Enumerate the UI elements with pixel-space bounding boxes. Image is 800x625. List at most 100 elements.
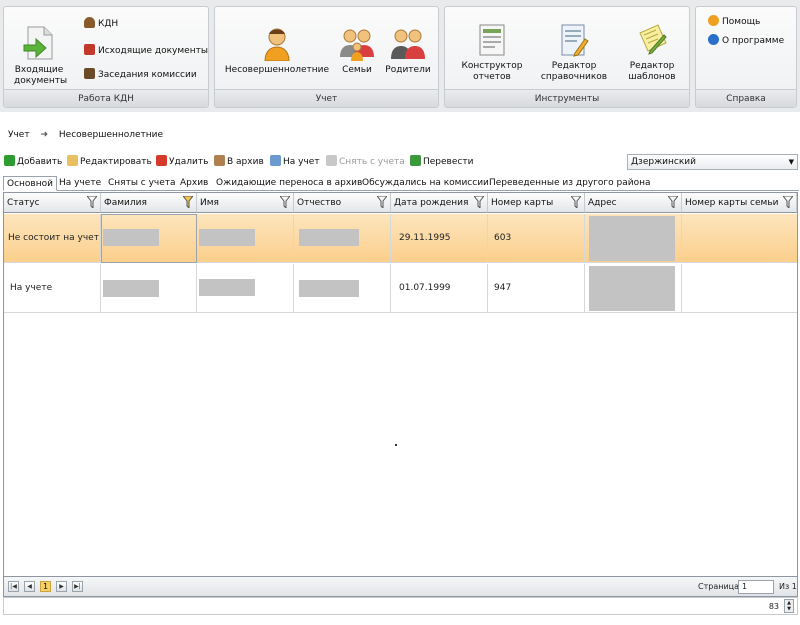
template-editor-button[interactable]: Редактор шаблонов bbox=[619, 23, 685, 83]
redacted-last-name bbox=[103, 229, 159, 246]
meetings-label: Заседания комиссии bbox=[98, 70, 197, 80]
outgoing-documents-icon bbox=[84, 44, 95, 55]
page-number-button[interactable]: 1 bbox=[40, 581, 51, 592]
incoming-documents-button[interactable]: Входящие документы bbox=[14, 25, 68, 87]
page-input[interactable]: 1 bbox=[738, 580, 774, 594]
column-header-status[interactable]: Статус bbox=[4, 193, 101, 213]
delete-button[interactable]: Удалить bbox=[156, 155, 208, 167]
tab-pending-archive[interactable]: Ожидающие переноса в архив bbox=[213, 176, 365, 191]
tab-deregistered[interactable]: Сняты с учета bbox=[105, 176, 179, 191]
register-label: На учет bbox=[283, 157, 320, 167]
tab-registered[interactable]: На учете bbox=[56, 176, 104, 191]
count-spinner[interactable]: ▲ ▼ bbox=[784, 599, 794, 613]
filter-icon[interactable] bbox=[377, 196, 387, 208]
column-label-family-card: Номер карты семьи bbox=[685, 198, 779, 208]
column-label-card-number: Номер карты bbox=[491, 198, 554, 208]
breadcrumb: Учет ➜ Несовершеннолетние bbox=[8, 130, 163, 140]
meetings-button[interactable]: Заседания комиссии bbox=[84, 68, 197, 80]
cell-family-card bbox=[682, 264, 797, 313]
cell-status: Не состоит на учет bbox=[4, 214, 101, 263]
minors-label: Несовершеннолетние bbox=[224, 65, 330, 75]
tab-discussed[interactable]: Обсуждались на комиссии bbox=[359, 176, 492, 191]
breadcrumb-root[interactable]: Учет bbox=[8, 130, 30, 140]
archive-label: В архив bbox=[227, 157, 264, 167]
tab-main[interactable]: Основной bbox=[3, 176, 57, 191]
filter-icon[interactable] bbox=[474, 196, 484, 208]
dictionary-editor-button[interactable]: Редактор справочников bbox=[537, 23, 611, 83]
family-icon bbox=[340, 29, 374, 61]
column-label-patronymic: Отчество bbox=[297, 198, 342, 208]
table-row[interactable]: Не состоит на учет 29.11.1995 603 bbox=[4, 214, 797, 263]
last-page-button[interactable]: ▶| bbox=[72, 581, 83, 592]
breadcrumb-current: Несовершеннолетние bbox=[58, 130, 164, 140]
edit-icon bbox=[67, 155, 78, 166]
minors-button[interactable]: Несовершеннолетние bbox=[219, 27, 335, 76]
families-label: Семьи bbox=[342, 65, 372, 75]
transfer-arrow-icon bbox=[410, 155, 421, 166]
tab-archive[interactable]: Архив bbox=[177, 176, 211, 191]
outgoing-documents-label: Исходящие документы bbox=[98, 46, 208, 56]
column-header-family-card[interactable]: Номер карты семьи bbox=[682, 193, 797, 213]
plus-icon bbox=[4, 155, 15, 166]
group-title-kdn: Работа КДН bbox=[4, 89, 208, 107]
incoming-documents-label: Входящие документы bbox=[14, 65, 68, 86]
info-icon bbox=[708, 34, 719, 45]
redacted-first-name bbox=[199, 229, 255, 246]
deregister-button[interactable]: Снять с учета bbox=[326, 155, 405, 167]
tab-bar: Основной На учете Сняты с учета Архив Ож… bbox=[3, 176, 799, 191]
filter-icon[interactable] bbox=[571, 196, 581, 208]
kdn-label: КДН bbox=[98, 19, 119, 29]
tab-transferred[interactable]: Переведенные из другого района bbox=[486, 176, 654, 191]
families-button[interactable]: Семьи bbox=[335, 27, 379, 76]
cell-family-card bbox=[682, 214, 797, 263]
transfer-button[interactable]: Перевести bbox=[410, 155, 473, 167]
record-count: 83 bbox=[768, 602, 779, 611]
parents-icon bbox=[391, 29, 425, 59]
prev-page-button[interactable]: ◀ bbox=[24, 581, 35, 592]
column-header-first-name[interactable]: Имя bbox=[197, 193, 294, 213]
page-count-label: Из 1 bbox=[779, 582, 797, 591]
template-editor-icon bbox=[639, 24, 667, 55]
minor-person-icon bbox=[264, 28, 290, 61]
filter-icon[interactable] bbox=[783, 196, 793, 208]
add-button[interactable]: Добавить bbox=[4, 155, 62, 167]
column-header-patronymic[interactable]: Отчество bbox=[294, 193, 391, 213]
column-label-birth-date: Дата рождения bbox=[394, 198, 469, 208]
loading-dot bbox=[395, 444, 397, 446]
page-label: Страница bbox=[698, 582, 740, 591]
about-button[interactable]: О программе bbox=[708, 34, 784, 46]
deregister-icon bbox=[326, 155, 337, 166]
filter-icon[interactable] bbox=[87, 196, 97, 208]
parents-button[interactable]: Родители bbox=[381, 27, 435, 76]
column-header-last-name[interactable]: Фамилия bbox=[101, 193, 197, 213]
filter-icon[interactable] bbox=[668, 196, 678, 208]
data-grid: Статус Фамилия Имя Отчество Дата рождени… bbox=[3, 192, 798, 577]
ribbon-group-uchet: Несовершеннолетние Семьи Родители Учет bbox=[214, 6, 439, 108]
kdn-button[interactable]: КДН bbox=[84, 17, 118, 29]
archive-button[interactable]: В архив bbox=[214, 155, 264, 167]
next-page-button[interactable]: ▶ bbox=[56, 581, 67, 592]
column-header-card-number[interactable]: Номер карты bbox=[488, 193, 585, 213]
help-button[interactable]: Помощь bbox=[708, 15, 760, 27]
outgoing-documents-button[interactable]: Исходящие документы bbox=[84, 44, 208, 56]
redacted-address bbox=[589, 216, 675, 261]
column-header-birth-date[interactable]: Дата рождения bbox=[391, 193, 488, 213]
district-select[interactable]: Дзержинский ▼ bbox=[627, 154, 798, 170]
report-builder-icon bbox=[479, 24, 505, 56]
redacted-first-name bbox=[199, 279, 255, 296]
ribbon-group-kdn: Входящие документы КДН Исходящие докумен… bbox=[3, 6, 209, 108]
filter-icon[interactable] bbox=[280, 196, 290, 208]
filter-active-icon[interactable] bbox=[183, 196, 193, 208]
template-editor-label: Редактор шаблонов bbox=[628, 61, 676, 82]
group-title-tools: Инструменты bbox=[445, 89, 689, 107]
edit-button[interactable]: Редактировать bbox=[67, 155, 152, 167]
register-button[interactable]: На учет bbox=[270, 155, 320, 167]
redacted-last-name bbox=[103, 280, 159, 297]
redacted-patronymic bbox=[299, 280, 359, 297]
group-title-uchet: Учет bbox=[215, 89, 438, 107]
report-builder-button[interactable]: Конструктор отчетов bbox=[455, 23, 529, 83]
column-header-address[interactable]: Адрес bbox=[585, 193, 682, 213]
table-row[interactable]: На учете 01.07.1999 947 bbox=[4, 264, 797, 313]
report-builder-label: Конструктор отчетов bbox=[461, 61, 523, 82]
first-page-button[interactable]: |◀ bbox=[8, 581, 19, 592]
